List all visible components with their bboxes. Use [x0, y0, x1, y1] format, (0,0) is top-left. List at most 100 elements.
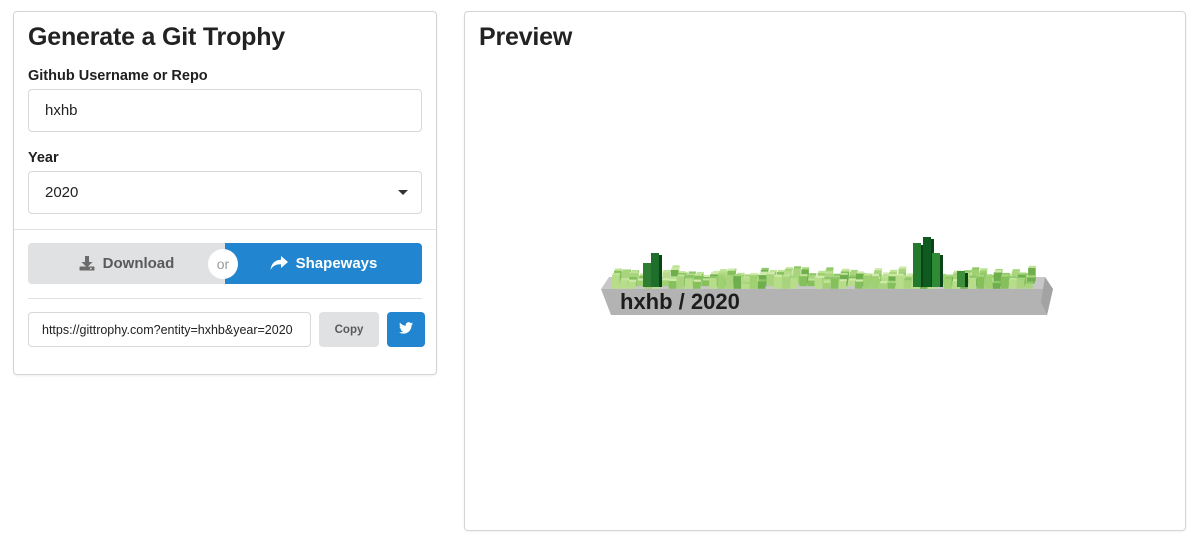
contribution-bar-top: [856, 271, 864, 274]
section-divider: [28, 298, 422, 299]
contribution-bar-top: [863, 273, 872, 276]
contribution-bar: [879, 283, 887, 289]
contribution-bar: [863, 275, 871, 289]
contribution-bar: [684, 278, 693, 289]
contribution-bar: [822, 282, 831, 289]
contribution-bar: [620, 280, 628, 289]
contribution-bar-top: [849, 275, 857, 278]
contribution-bar-top: [677, 274, 685, 277]
contribution-bar: [676, 276, 685, 289]
download-button[interactable]: Download: [28, 243, 225, 284]
contribution-bar-top: [896, 273, 904, 276]
contribution-bar-top: [824, 277, 832, 280]
year-select[interactable]: 2020: [28, 171, 422, 214]
contribution-bar: [830, 278, 839, 289]
share-url-input[interactable]: [28, 312, 311, 347]
contribution-bar-top: [761, 267, 769, 271]
contribution-bar-top: [672, 265, 680, 268]
contribution-bar: [1000, 276, 1009, 289]
contribution-bar-top: [872, 273, 880, 277]
contribution-bar: [976, 276, 985, 289]
contribution-bar-top: [678, 271, 686, 274]
contribution-bar-top: [994, 270, 1002, 273]
contribution-bar: [790, 277, 798, 289]
contribution-bar: [887, 282, 895, 289]
contribution-bar: [774, 276, 782, 289]
contribution-bar: [693, 281, 701, 289]
contribution-bar-top: [759, 272, 767, 276]
contribution-tower-side: [659, 255, 662, 287]
caret-down-icon: [398, 190, 408, 195]
contribution-bar: [749, 274, 758, 289]
contribution-bar-top: [767, 272, 775, 275]
contribution-bar-top: [875, 268, 883, 271]
contribution-bar-top: [855, 279, 863, 282]
year-selected-value: 2020: [45, 184, 79, 201]
action-button-group: Download Shapeways or: [28, 243, 422, 284]
shapeways-button[interactable]: Shapeways: [225, 243, 422, 284]
contribution-bar-top: [890, 269, 898, 273]
contribution-bar: [733, 275, 742, 289]
contribution-bar-top: [784, 268, 793, 272]
twitter-icon: [399, 321, 413, 339]
contribution-bar-top: [833, 273, 841, 276]
contribution-bar-top: [818, 270, 826, 273]
shapeways-label: Shapeways: [295, 255, 378, 272]
contribution-bar-top: [743, 276, 751, 279]
contribution-bar-top: [742, 281, 750, 284]
contribution-bar: [814, 277, 823, 289]
contribution-bar: [968, 277, 976, 289]
contribution-bar-top: [670, 276, 678, 279]
contribution-bar-top: [899, 266, 907, 269]
contribution-bars: [612, 237, 1037, 289]
contribution-bar: [612, 274, 620, 289]
username-input[interactable]: [28, 89, 422, 132]
contribution-bar-top: [685, 276, 693, 279]
contribution-bar-top: [808, 278, 816, 281]
contribution-bar-top: [794, 266, 802, 269]
trophy-3d-preview[interactable]: hxhb / 2020: [595, 232, 1065, 332]
contribution-bar-top: [831, 276, 839, 280]
contribution-bar: [944, 278, 952, 289]
contribution-bar: [992, 282, 1001, 289]
or-separator: or: [208, 249, 238, 279]
contribution-bar-top: [823, 280, 831, 283]
contribution-bar-top: [620, 278, 629, 281]
contribution-bar-top: [629, 279, 637, 282]
contribution-bar-top: [809, 273, 817, 276]
contribution-bar-top: [874, 271, 882, 275]
contribution-bar-top: [889, 274, 897, 277]
contribution-bar: [668, 280, 677, 289]
download-icon: [79, 256, 95, 271]
twitter-share-button[interactable]: [387, 312, 425, 347]
contribution-bar-top: [945, 274, 954, 277]
contribution-bar-top: [671, 267, 679, 270]
download-label: Download: [102, 255, 175, 272]
contribution-bar-top: [882, 275, 890, 279]
contribution-bar: [1025, 283, 1033, 289]
contribution-bar-top: [631, 270, 639, 274]
contribution-tower-side: [940, 255, 943, 287]
copy-button[interactable]: Copy: [319, 312, 379, 347]
username-label: Github Username or Repo: [28, 68, 208, 84]
contribution-bar-top: [734, 273, 742, 277]
section-divider: [14, 229, 436, 230]
contribution-bar-top: [726, 275, 734, 278]
contribution-bar: [838, 281, 847, 289]
contribution-bar-top: [718, 273, 726, 277]
contribution-bar-top: [769, 270, 777, 273]
trophy-form-card: Generate a Git Trophy Github Username or…: [13, 11, 437, 375]
contribution-bar-top: [720, 269, 728, 272]
contribution-bar-top: [622, 269, 631, 272]
contribution-bar: [741, 283, 750, 289]
contribution-bar-top: [848, 278, 856, 281]
contribution-bar-top: [969, 275, 977, 278]
contribution-bar-top: [614, 268, 622, 271]
contribution-bar-top: [972, 267, 980, 270]
contribution-bar-top: [888, 280, 896, 283]
contribution-bar: [709, 277, 717, 289]
contribution-bar: [984, 276, 993, 289]
contribution-tower-side: [965, 273, 968, 287]
contribution-bar-top: [688, 271, 696, 274]
contribution-bar: [1008, 279, 1017, 289]
